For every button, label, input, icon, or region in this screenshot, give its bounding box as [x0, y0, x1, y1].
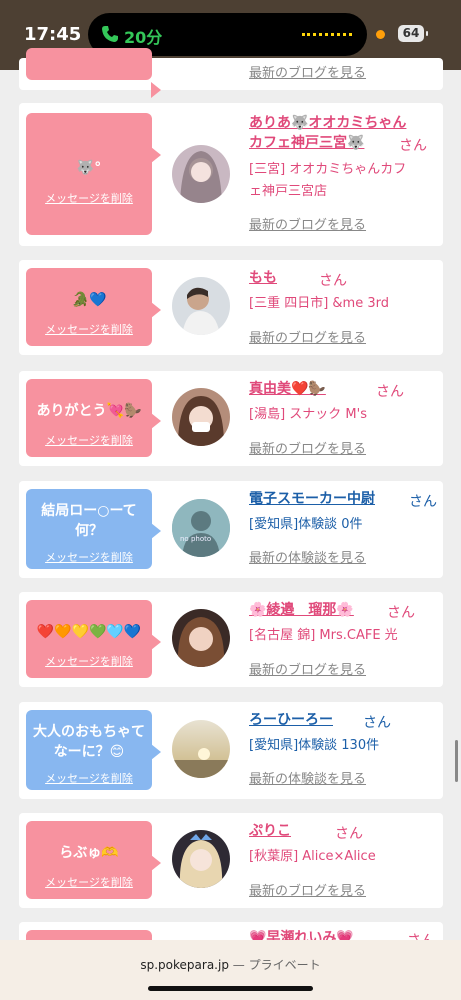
clock: 17:45: [24, 24, 82, 45]
delete-message-link[interactable]: メッセージを削除: [26, 321, 152, 337]
user-name-link[interactable]: 電子スモーカー中尉: [249, 489, 375, 509]
delete-message-link[interactable]: メッセージを削除: [26, 432, 152, 448]
avatar[interactable]: [172, 388, 230, 446]
user-name-link[interactable]: ぷりこ: [249, 821, 291, 841]
list-item: 🐺° メッセージを削除 ありあ🐺オオカミちゃん カフェ神戸三宮🐺 さん [三宮]…: [19, 103, 443, 246]
home-indicator[interactable]: [148, 986, 313, 991]
message-text: ありがとう💘🦫: [36, 403, 142, 419]
message-bubble: ❤️🧡💛💚🩵💙 メッセージを削除: [26, 600, 161, 678]
user-name-link[interactable]: もも: [249, 268, 277, 288]
message-text: 🐺°: [76, 160, 102, 176]
avatar[interactable]: [172, 145, 230, 203]
scroll-indicator[interactable]: [455, 740, 458, 782]
delete-message-link[interactable]: メッセージを削除: [26, 874, 152, 890]
message-text: なーに？😊: [53, 744, 125, 760]
message-text: ❤️🧡💛💚🩵💙: [36, 624, 142, 640]
message-text: 大人のおもちゃて: [33, 724, 145, 740]
blog-link[interactable]: 最新のブログを見る: [249, 880, 366, 899]
phone-icon: [102, 26, 118, 42]
blog-link[interactable]: 最新のブログを見る: [249, 62, 366, 81]
message-bubble: [26, 48, 161, 98]
avatar[interactable]: [172, 277, 230, 335]
shop-info: [湯島] スナック M's: [249, 407, 367, 422]
honorific: さん: [387, 605, 415, 621]
message-bubble: 大人のおもちゃて なーに？😊 メッセージを削除: [26, 710, 161, 790]
mic-indicator-icon: [376, 30, 385, 39]
avatar[interactable]: [172, 609, 230, 667]
delete-message-link[interactable]: メッセージを削除: [26, 653, 152, 669]
blog-link[interactable]: 最新のブログを見る: [249, 214, 366, 233]
blog-link[interactable]: 最新のブログを見る: [249, 327, 366, 346]
message-bubble: ありがとう💘🦫 メッセージを削除: [26, 379, 161, 457]
message-bubble: 🐺° メッセージを削除: [26, 113, 161, 235]
user-name-link[interactable]: 真由美❤️🦫: [249, 379, 326, 399]
shop-info: [秋葉原] Alice×Alice: [249, 849, 376, 864]
list-item: らぶゅ🫶 メッセージを削除 ぷりこ さん [秋葉原] Alice×Alice 最…: [19, 813, 443, 908]
avatar[interactable]: no photo: [172, 499, 230, 557]
delete-message-link[interactable]: メッセージを削除: [26, 770, 152, 786]
delete-message-link[interactable]: メッセージを削除: [26, 190, 152, 206]
honorific: さん: [399, 138, 427, 154]
shop-info: [三宮] オオカミちゃんカフ: [249, 162, 407, 177]
battery-icon: 64: [398, 25, 428, 42]
message-bubble: らぶゅ🫶 メッセージを削除: [26, 821, 161, 899]
honorific: さん: [363, 715, 391, 731]
browser-address-bar[interactable]: sp.pokepara.jp — プライベート: [0, 940, 461, 1000]
message-text: 🐊💙: [71, 292, 107, 308]
delete-message-link[interactable]: メッセージを削除: [26, 549, 152, 565]
list-item: 最新のブログを見る: [19, 48, 443, 98]
shop-info: [名古屋 錦] Mrs.CAFE 光: [249, 628, 398, 643]
audio-wave-icon: [302, 33, 352, 36]
call-duration: 20分: [124, 28, 163, 47]
message-text: らぶゅ🫶: [59, 845, 119, 861]
avatar[interactable]: [172, 720, 230, 778]
domain-text: sp.pokepara.jp: [140, 958, 229, 972]
message-bubble: 🐊💙 メッセージを削除: [26, 268, 161, 346]
blog-link[interactable]: 最新のブログを見る: [249, 659, 366, 678]
no-photo-label: no photo: [180, 535, 212, 543]
list-item: 大人のおもちゃて なーに？😊 メッセージを削除 ろーひーろー さん [愛知県]体…: [19, 702, 443, 799]
honorific: さん: [319, 273, 347, 289]
honorific: さん: [376, 384, 404, 400]
battery-level: 64: [402, 26, 420, 40]
honorific: さん: [409, 494, 437, 510]
private-label: — プライベート: [232, 958, 321, 972]
list-item: 結局ロー○ーて 何？ メッセージを削除 no photo 電子スモーカー中尉 さ…: [19, 481, 443, 578]
avatar[interactable]: [172, 830, 230, 888]
message-text: 結局ロー○ーて: [41, 503, 137, 519]
review-link[interactable]: 最新の体験談を見る: [249, 768, 366, 787]
honorific: さん: [335, 826, 363, 842]
user-name-link[interactable]: ろーひーろー: [249, 710, 333, 730]
user-name-link[interactable]: ありあ🐺オオカミちゃん: [249, 113, 406, 133]
url-display[interactable]: sp.pokepara.jp — プライベート: [0, 956, 461, 973]
shop-info: [三重 四日市] &me 3rd: [249, 296, 389, 311]
shop-info: ェ神戸三宮店: [249, 184, 328, 199]
review-link[interactable]: 最新の体験談を見る: [249, 547, 366, 566]
list-item: ありがとう💘🦫 メッセージを削除 真由美❤️🦫 さん [湯島] スナック M's…: [19, 371, 443, 466]
shop-info: [愛知県]体験談 130件: [249, 738, 380, 753]
list-item: 🐊💙 メッセージを削除 もも さん [三重 四日市] &me 3rd 最新のブロ…: [19, 260, 443, 355]
shop-info: [愛知県]体験談 0件: [249, 517, 363, 532]
user-name-link[interactable]: カフェ神戸三宮🐺: [249, 133, 364, 153]
list-item: ❤️🧡💛💚🩵💙 メッセージを削除 🌸綾邉 瑠那🌸 さん [名古屋 錦] Mrs.…: [19, 592, 443, 687]
user-name-link[interactable]: 🌸綾邉 瑠那🌸: [249, 600, 354, 620]
message-text: 何？: [75, 523, 103, 539]
message-bubble: 結局ロー○ーて 何？ メッセージを削除: [26, 489, 161, 569]
blog-link[interactable]: 最新のブログを見る: [249, 438, 366, 457]
